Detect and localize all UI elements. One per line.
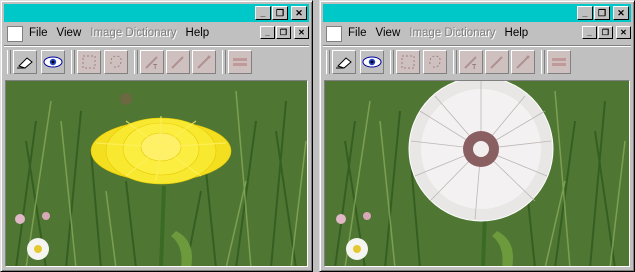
document-icon[interactable]: [7, 26, 23, 42]
title-bar[interactable]: _ ❐ ✕: [323, 4, 631, 22]
menu-file[interactable]: File: [348, 27, 367, 39]
rect-select-icon[interactable]: [396, 50, 420, 74]
image-canvas[interactable]: [5, 80, 308, 267]
lasso-select-icon[interactable]: [104, 50, 128, 74]
eye-icon[interactable]: [360, 50, 384, 74]
toolbar-separator: [541, 50, 545, 74]
divider: [4, 45, 309, 47]
menu-file[interactable]: File: [29, 27, 48, 39]
close-button[interactable]: ✕: [613, 6, 629, 20]
menu-view[interactable]: View: [376, 27, 401, 39]
stamp-icon[interactable]: [228, 50, 252, 74]
dandelion-seedhead-image: [325, 81, 629, 266]
menu-bar: File View Image Dictionary Help _ ❐ ✕: [323, 23, 631, 45]
doc-minimize-button[interactable]: _: [260, 26, 275, 39]
rect-select-icon[interactable]: [77, 50, 101, 74]
image-canvas[interactable]: [324, 80, 630, 267]
pen-tool-icon[interactable]: [192, 50, 216, 74]
menu-help[interactable]: Help: [186, 27, 210, 39]
text-tool-icon[interactable]: T: [459, 50, 483, 74]
doc-minimize-button[interactable]: _: [582, 26, 597, 39]
close-button[interactable]: ✕: [291, 6, 307, 20]
menu-bar: File View Image Dictionary Help _ ❐ ✕: [4, 23, 309, 45]
toolbar-grip[interactable]: [7, 50, 11, 74]
toolbar-separator: [222, 50, 226, 74]
toolbar-separator: [390, 50, 394, 74]
text-tool-icon[interactable]: T: [140, 50, 164, 74]
menu-image-dictionary[interactable]: Image Dictionary: [90, 27, 176, 39]
menu-view[interactable]: View: [57, 27, 82, 39]
minimize-button[interactable]: _: [255, 6, 271, 20]
svg-text:T: T: [153, 64, 158, 70]
line-tool-icon[interactable]: [166, 50, 190, 74]
doc-close-button[interactable]: ✕: [294, 26, 309, 39]
lasso-select-icon[interactable]: [423, 50, 447, 74]
app-window-right: _ ❐ ✕ File View Image Dictionary Help _ …: [319, 0, 635, 272]
app-window-left: _ ❐ ✕ File View Image Dictionary Help _ …: [0, 0, 313, 272]
menu-help[interactable]: Help: [505, 27, 529, 39]
doc-restore-button[interactable]: ❐: [598, 26, 613, 39]
toolbar-separator: [134, 50, 138, 74]
dandelion-flower-image: [6, 81, 307, 266]
eraser-icon[interactable]: [13, 50, 37, 74]
doc-close-button[interactable]: ✕: [616, 26, 631, 39]
doc-restore-button[interactable]: ❐: [276, 26, 291, 39]
divider: [323, 45, 631, 47]
document-icon[interactable]: [326, 26, 342, 42]
menu-image-dictionary[interactable]: Image Dictionary: [409, 27, 495, 39]
toolbar-separator: [71, 50, 75, 74]
eye-icon[interactable]: [41, 50, 65, 74]
toolbar: T: [323, 48, 631, 76]
toolbar: T: [4, 48, 309, 76]
stamp-icon[interactable]: [547, 50, 571, 74]
toolbar-grip[interactable]: [326, 50, 330, 74]
toolbar-separator: [453, 50, 457, 74]
title-bar[interactable]: _ ❐ ✕: [4, 4, 309, 22]
line-tool-icon[interactable]: [485, 50, 509, 74]
eraser-icon[interactable]: [332, 50, 356, 74]
minimize-button[interactable]: _: [577, 6, 593, 20]
maximize-button[interactable]: ❐: [272, 6, 288, 20]
pen-tool-icon[interactable]: [511, 50, 535, 74]
maximize-button[interactable]: ❐: [594, 6, 610, 20]
svg-text:T: T: [472, 64, 477, 70]
